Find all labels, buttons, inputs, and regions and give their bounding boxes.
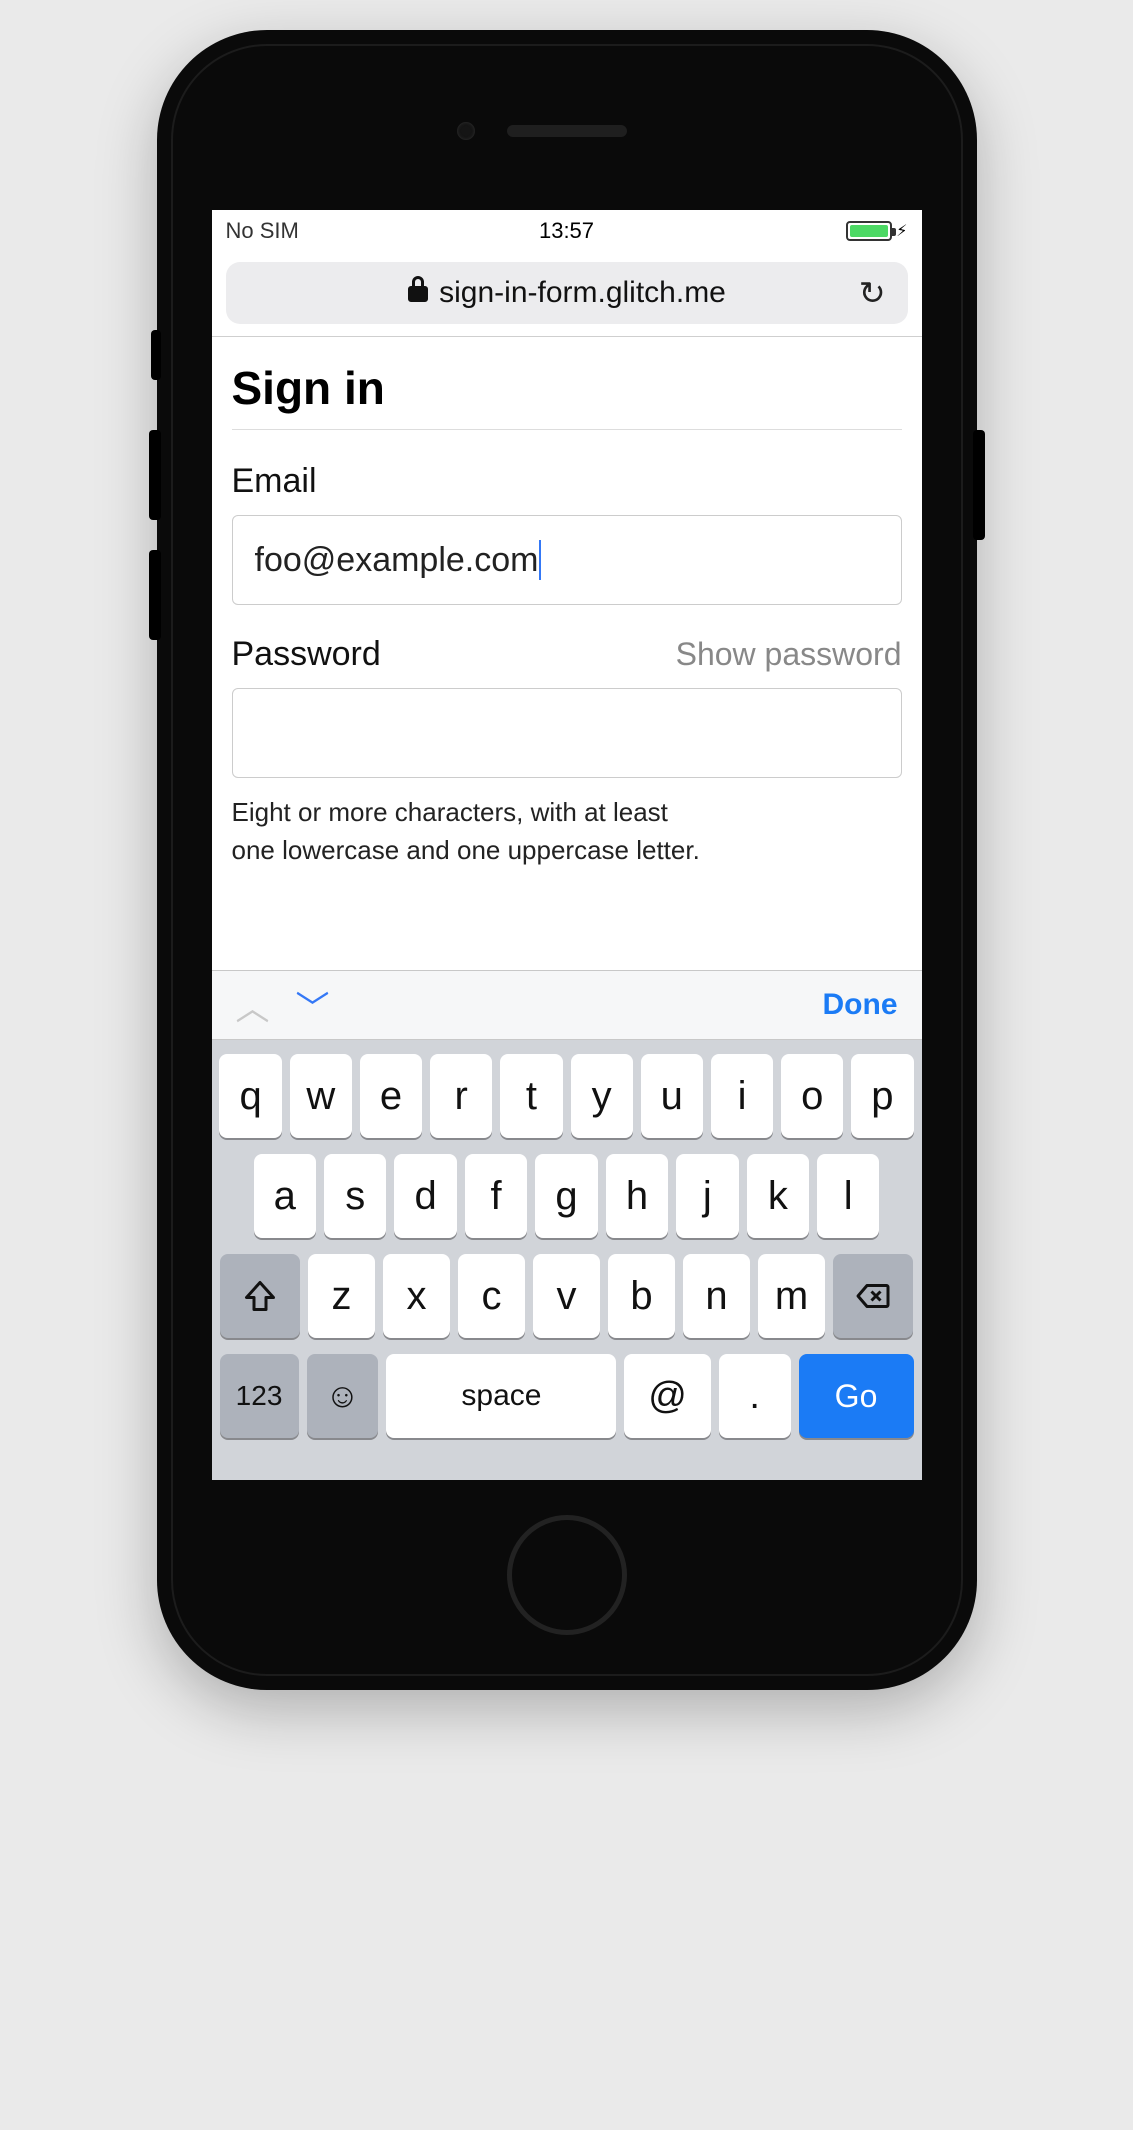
volume-down-button (149, 550, 161, 640)
key-z[interactable]: z (308, 1254, 375, 1338)
text-caret (539, 540, 541, 580)
key-e[interactable]: e (360, 1054, 422, 1138)
key-f[interactable]: f (465, 1154, 527, 1238)
key-q[interactable]: q (219, 1054, 281, 1138)
key-v[interactable]: v (533, 1254, 600, 1338)
key-x[interactable]: x (383, 1254, 450, 1338)
key-m[interactable]: m (758, 1254, 825, 1338)
key-n[interactable]: n (683, 1254, 750, 1338)
mute-switch (151, 330, 161, 380)
show-password-button[interactable]: Show password (676, 636, 902, 673)
keyboard-row-3: z x c v b n m (220, 1254, 914, 1338)
key-t[interactable]: t (500, 1054, 562, 1138)
key-emoji[interactable]: ☺ (307, 1354, 379, 1438)
key-r[interactable]: r (430, 1054, 492, 1138)
status-time: 13:57 (212, 218, 922, 244)
key-numbers[interactable]: 123 (220, 1354, 299, 1438)
key-u[interactable]: u (641, 1054, 703, 1138)
keyboard-row-2: a s d f g h j k l (220, 1154, 914, 1238)
page-content: Sign in Email foo@example.com Password S… (212, 337, 922, 869)
key-shift[interactable] (220, 1254, 300, 1338)
prev-field-button: ︿ (236, 981, 270, 1030)
on-screen-keyboard: q w e r t y u i o p a s d f g h j k l (212, 1040, 922, 1480)
key-o[interactable]: o (781, 1054, 843, 1138)
key-i[interactable]: i (711, 1054, 773, 1138)
lock-icon (407, 276, 429, 310)
key-y[interactable]: y (571, 1054, 633, 1138)
key-h[interactable]: h (606, 1154, 668, 1238)
password-field-block: Password Show password Eight or more cha… (232, 635, 902, 869)
key-j[interactable]: j (676, 1154, 738, 1238)
browser-toolbar: sign-in-form.glitch.me ↻ (212, 252, 922, 337)
key-space[interactable]: space (386, 1354, 616, 1438)
email-field-block: Email foo@example.com (232, 462, 902, 605)
battery-icon (846, 221, 892, 241)
phone-speaker (507, 125, 627, 137)
url-host: sign-in-form.glitch.me (439, 276, 726, 310)
keyboard-row-1: q w e r t y u i o p (220, 1054, 914, 1138)
key-b[interactable]: b (608, 1254, 675, 1338)
power-button (973, 430, 985, 540)
key-period[interactable]: . (719, 1354, 791, 1438)
password-field[interactable] (232, 688, 902, 778)
key-s[interactable]: s (324, 1154, 386, 1238)
status-bar: No SIM 13:57 ⚡︎ (212, 210, 922, 252)
next-field-button[interactable]: ﹀ (296, 981, 330, 1030)
volume-up-button (149, 430, 161, 520)
email-value: foo@example.com (255, 541, 539, 580)
password-hint-line2: one lowercase and one uppercase letter. (232, 835, 700, 865)
page-title: Sign in (232, 361, 902, 430)
password-hint-line1: Eight or more characters, with at least (232, 797, 668, 827)
phone-frame: No SIM 13:57 ⚡︎ sign-in-form.glitch.me ↻… (157, 30, 977, 1690)
email-label: Email (232, 462, 902, 501)
key-p[interactable]: p (851, 1054, 913, 1138)
keyboard-row-4: 123 ☺ space @ . Go (220, 1354, 914, 1438)
key-k[interactable]: k (747, 1154, 809, 1238)
key-a[interactable]: a (254, 1154, 316, 1238)
phone-camera (457, 122, 475, 140)
email-field[interactable]: foo@example.com (232, 515, 902, 605)
password-label: Password (232, 635, 381, 674)
address-bar[interactable]: sign-in-form.glitch.me ↻ (226, 262, 908, 324)
key-backspace[interactable] (833, 1254, 913, 1338)
home-button[interactable] (507, 1515, 627, 1635)
keyboard-done-button[interactable]: Done (823, 988, 898, 1022)
keyboard-accessory-bar: ︿ ﹀ Done (212, 970, 922, 1040)
key-l[interactable]: l (817, 1154, 879, 1238)
key-g[interactable]: g (535, 1154, 597, 1238)
password-hint: Eight or more characters, with at least … (232, 794, 902, 869)
key-c[interactable]: c (458, 1254, 525, 1338)
phone-screen: No SIM 13:57 ⚡︎ sign-in-form.glitch.me ↻… (212, 210, 922, 1480)
key-at[interactable]: @ (624, 1354, 710, 1438)
key-go[interactable]: Go (799, 1354, 914, 1438)
key-w[interactable]: w (290, 1054, 352, 1138)
refresh-icon[interactable]: ↻ (859, 274, 886, 312)
key-d[interactable]: d (394, 1154, 456, 1238)
